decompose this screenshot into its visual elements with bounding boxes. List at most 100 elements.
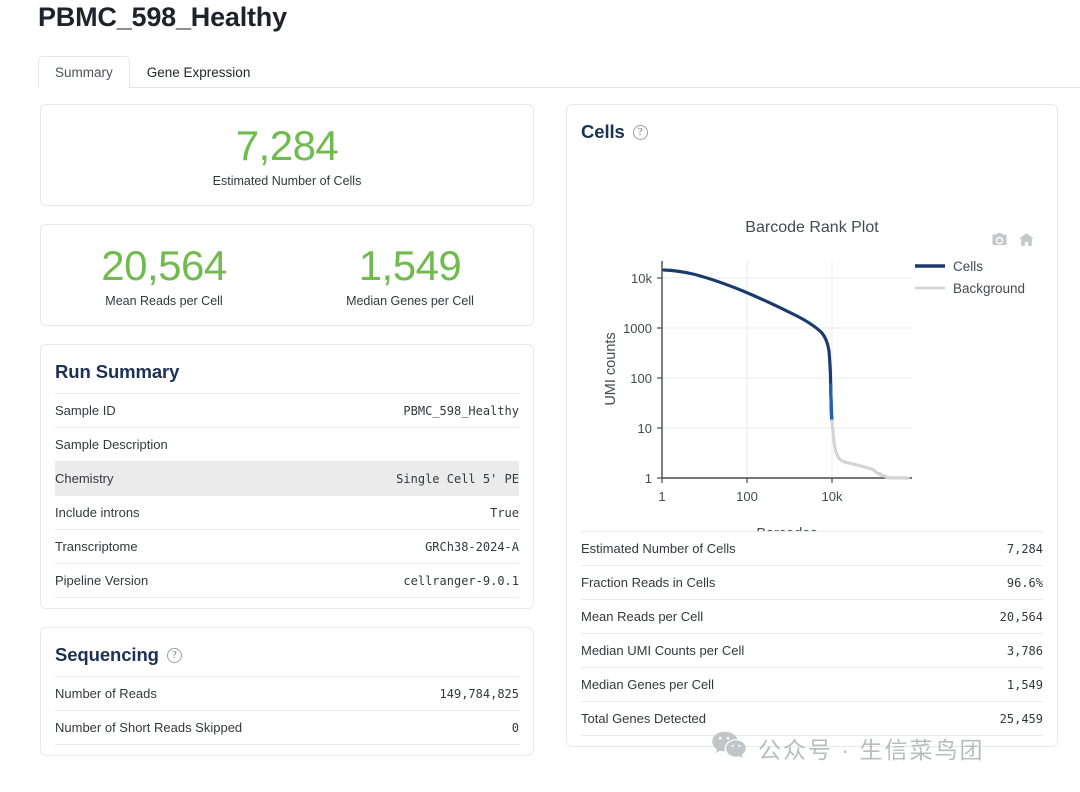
y-tick-1: 1 xyxy=(645,471,652,486)
table-row: Sample Description xyxy=(55,427,519,462)
tab-summary-label: Summary xyxy=(55,64,113,80)
tab-gene-expression-label: Gene Expression xyxy=(146,64,251,80)
row-key: Fraction Reads in Cells xyxy=(581,575,716,590)
table-row: Fraction Reads in Cells 96.6% xyxy=(581,565,1043,600)
series-cells-tail xyxy=(829,383,834,423)
tab-summary[interactable]: Summary xyxy=(38,55,130,88)
row-value: 20,564 xyxy=(999,609,1043,624)
metric-label: Median Genes per Cell xyxy=(346,294,474,309)
table-row-chemistry: Chemistry Single Cell 5' PE xyxy=(55,461,519,496)
y-tick-100: 100 xyxy=(630,371,652,386)
y-tick-10k: 10k xyxy=(631,271,652,286)
y-tick-10: 10 xyxy=(638,421,652,436)
row-value: 1,549 xyxy=(1006,677,1043,692)
watermark: 公众号 · 生信菜鸟团 xyxy=(712,731,984,765)
x-tick-100: 100 xyxy=(736,489,758,504)
web-summary-page: PBMC_598_Healthy Summary Gene Expression… xyxy=(0,0,1080,792)
x-axis-title: Barcodes xyxy=(756,526,817,531)
cells-metrics-table: Estimated Number of Cells 7,284 Fraction… xyxy=(581,531,1043,736)
row-value: 149,784,825 xyxy=(439,686,519,701)
row-key: Number of Short Reads Skipped xyxy=(55,720,243,735)
table-row: Mean Reads per Cell 20,564 xyxy=(581,599,1043,634)
sequencing-title: Sequencing xyxy=(55,644,159,665)
table-row: Number of Reads 149,784,825 xyxy=(55,676,519,711)
table-row: Median UMI Counts per Cell 3,786 xyxy=(581,633,1043,668)
table-row: Number of Short Reads Skipped 0 xyxy=(55,710,519,745)
cells-header: Cells ? xyxy=(567,105,1057,153)
row-value: GRCh38-2024-A xyxy=(425,539,519,554)
row-key: Sample Description xyxy=(55,437,168,452)
tab-gene-expression[interactable]: Gene Expression xyxy=(130,56,268,88)
row-value: cellranger-9.0.1 xyxy=(403,573,519,588)
plot-legend: Cells Background xyxy=(915,259,1025,296)
table-row: Sample ID PBMC_598_Healthy xyxy=(55,393,519,428)
row-key: Mean Reads per Cell xyxy=(581,609,704,624)
row-value: True xyxy=(490,505,519,520)
row-value: Single Cell 5' PE xyxy=(396,471,519,486)
row-value: 3,786 xyxy=(1006,643,1043,658)
metric-value: 7,284 xyxy=(235,122,339,169)
row-value: PBMC_598_Healthy xyxy=(403,403,519,418)
run-summary-table: Sample ID PBMC_598_Healthy Sample Descri… xyxy=(55,393,519,598)
table-row: Include introns True xyxy=(55,495,519,530)
legend-label-background: Background xyxy=(953,281,1025,296)
sequencing-table: Number of Reads 149,784,825 Number of Sh… xyxy=(55,676,519,745)
cells-card: Cells ? Barcode Rank Plot 1 10 100 1000 … xyxy=(566,104,1058,747)
y-axis-title: UMI counts xyxy=(603,332,619,405)
plot-canvas: 1 10 100 1000 10k 1 100 10k UMI counts C… xyxy=(603,259,1025,531)
x-tick-1: 1 xyxy=(658,489,665,504)
row-key: Median UMI Counts per Cell xyxy=(581,643,745,658)
x-axis-tick-labels: 1 100 10k xyxy=(658,489,843,504)
metric-label: Mean Reads per Cell xyxy=(105,294,223,309)
row-value: 7,284 xyxy=(1006,541,1043,556)
row-value: 0 xyxy=(511,720,519,735)
row-key: Sample ID xyxy=(55,403,116,418)
metric-value: 1,549 xyxy=(358,242,462,289)
tab-bar: Summary Gene Expression xyxy=(38,52,1080,88)
reads-genes-card: 20,564 Mean Reads per Cell 1,549 Median … xyxy=(40,224,534,326)
help-circle-icon[interactable]: ? xyxy=(166,647,182,663)
run-summary-card: Run Summary Sample ID PBMC_598_Healthy S… xyxy=(40,344,534,609)
table-row: Transcriptome GRCh38-2024-A xyxy=(55,529,519,564)
help-circle-icon[interactable]: ? xyxy=(632,124,648,140)
metric-mean-reads-per-cell: 20,564 Mean Reads per Cell xyxy=(41,242,287,309)
barcode-rank-plot[interactable]: Barcode Rank Plot 1 10 100 1000 10k 1 10… xyxy=(567,153,1057,531)
row-key: Number of Reads xyxy=(55,686,157,701)
legend-label-cells: Cells xyxy=(953,259,983,274)
metric-label: Estimated Number of Cells xyxy=(212,174,362,189)
row-key: Include introns xyxy=(55,505,140,520)
x-tick-10k: 10k xyxy=(822,489,843,504)
row-value: 96.6% xyxy=(1006,575,1043,590)
metric-estimated-number-of-cells: 7,284 Estimated Number of Cells xyxy=(41,122,533,189)
right-column: Cells ? Barcode Rank Plot 1 10 100 1000 … xyxy=(566,104,1058,765)
y-axis-ticks xyxy=(657,277,662,479)
left-column: 7,284 Estimated Number of Cells 20,564 M… xyxy=(40,104,534,774)
row-key: Pipeline Version xyxy=(55,573,149,588)
grid-lines xyxy=(662,261,912,479)
table-row: Median Genes per Cell 1,549 xyxy=(581,667,1043,702)
x-axis-ticks xyxy=(661,478,833,483)
row-value xyxy=(277,428,519,462)
row-key: Median Genes per Cell xyxy=(581,677,714,692)
series-cells xyxy=(662,268,834,423)
series-background xyxy=(830,419,910,480)
row-key: Transcriptome xyxy=(55,539,138,554)
row-key: Estimated Number of Cells xyxy=(581,541,736,556)
y-axis-tick-labels: 1 10 100 1000 10k xyxy=(623,271,652,486)
sequencing-card: Sequencing ? Number of Reads 149,784,825… xyxy=(40,627,534,756)
y-tick-1000: 1000 xyxy=(623,321,652,336)
estimated-cells-card: 7,284 Estimated Number of Cells xyxy=(40,104,534,206)
wechat-icon xyxy=(712,731,746,765)
metric-value: 20,564 xyxy=(101,242,227,289)
axis-lines xyxy=(661,261,912,479)
metric-median-genes-per-cell: 1,549 Median Genes per Cell xyxy=(287,242,533,309)
page-title: PBMC_598_Healthy xyxy=(38,2,287,32)
table-row: Estimated Number of Cells 7,284 xyxy=(581,531,1043,566)
cells-title: Cells xyxy=(581,121,625,142)
run-summary-header: Run Summary xyxy=(41,345,533,393)
table-row: Pipeline Version cellranger-9.0.1 xyxy=(55,563,519,598)
row-key: Chemistry xyxy=(55,471,114,486)
sequencing-header: Sequencing ? xyxy=(41,628,533,676)
run-summary-title: Run Summary xyxy=(55,361,180,382)
watermark-text: 公众号 · 生信菜鸟团 xyxy=(758,737,985,763)
